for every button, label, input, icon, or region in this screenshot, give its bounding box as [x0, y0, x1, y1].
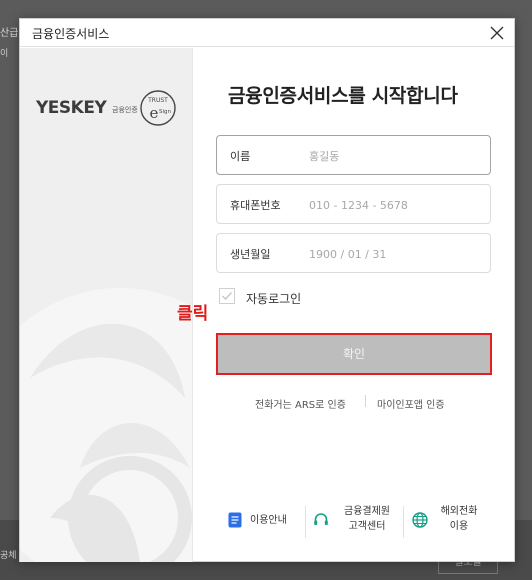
birthdate-label: 생년월일: [230, 248, 271, 261]
name-field[interactable]: 이름: [216, 135, 491, 175]
badge-side-text: Sign: [159, 109, 172, 115]
document-icon: [228, 512, 242, 528]
background-text: 이: [0, 49, 9, 59]
trust-esign-badge: TRUST e Sign: [140, 90, 176, 126]
name-input[interactable]: [309, 145, 479, 167]
birthdate-field[interactable]: 생년월일: [216, 233, 491, 273]
background-text: 산급: [0, 28, 19, 39]
background-text: 공체: [0, 551, 17, 561]
modal-titlebar: 금융인증서비스: [20, 19, 514, 47]
phone-field[interactable]: 휴대폰번호: [216, 184, 491, 224]
phone-label: 휴대폰번호: [230, 199, 281, 212]
yeskey-logo: YESKEY: [36, 98, 107, 118]
mydata-auth-link[interactable]: 마이인포앱 인증: [377, 396, 445, 411]
page-title: 금융인증서비스를 시작합니다: [228, 85, 458, 107]
auto-login-checkbox[interactable]: [219, 288, 235, 304]
link-separator: [365, 395, 366, 407]
brand-panel: YESKEY 금융인증 TRUST e Sign: [20, 48, 192, 562]
customer-center-label-2: 고객센터: [348, 521, 386, 532]
close-icon: [490, 26, 504, 40]
badge-letter: e: [150, 104, 159, 122]
footer-separator: [403, 506, 404, 538]
footer-separator: [305, 506, 306, 538]
modal-title: 금융인증서비스: [32, 27, 110, 41]
overseas-call-link[interactable]: 해외전화 이용: [412, 503, 492, 539]
customer-center-link[interactable]: 금융결제원 고객센터: [313, 503, 403, 539]
overseas-call-label-2: 이용: [449, 521, 469, 532]
ars-auth-link[interactable]: 전화거는 ARS로 인증: [255, 396, 346, 411]
overseas-call-label-1: 해외전화: [440, 506, 478, 517]
usage-guide-label: 이용안내: [250, 515, 287, 526]
globe-icon: [412, 512, 428, 528]
badge-top-text: TRUST: [147, 97, 168, 104]
phone-input[interactable]: [309, 194, 479, 216]
customer-center-label-1: 금융결제원: [344, 506, 390, 517]
auth-modal: 금융인증서비스 YESKEY 금융인증 TRUST e Sign 금융인증서비스…: [19, 18, 515, 562]
birthdate-input[interactable]: [309, 243, 479, 265]
auto-login-label: 자동로그인: [246, 292, 302, 306]
logo-subtitle: 금융인증: [112, 106, 138, 114]
usage-guide-link[interactable]: 이용안내: [228, 503, 306, 539]
name-label: 이름: [230, 150, 251, 163]
headset-icon: [314, 513, 328, 525]
close-button[interactable]: [486, 21, 508, 45]
click-annotation: 클릭: [177, 304, 209, 324]
confirm-button[interactable]: 확인: [216, 333, 492, 375]
